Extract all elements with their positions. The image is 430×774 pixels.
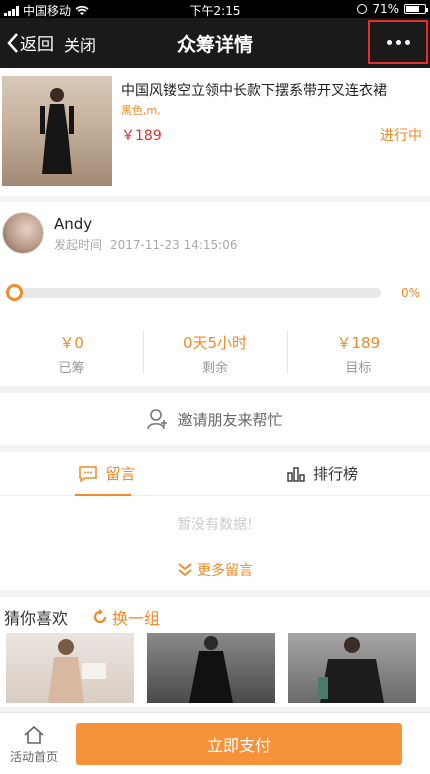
refresh-button[interactable]: 换一组 [92, 605, 160, 629]
refresh-label: 换一组 [112, 609, 161, 628]
stat-target: ￥189 目标 [286, 324, 430, 386]
comments-panel: 暂没有数据! 更多留言 [0, 496, 430, 590]
recommended-product-image[interactable] [288, 633, 416, 703]
initiator-info: Andy 发起时间 2017-11-23 14:15:06 [0, 202, 430, 264]
product-price: ￥189 [121, 128, 162, 144]
activity-home-button[interactable]: 活动首页 [4, 725, 64, 765]
more-dots-icon [386, 39, 392, 45]
avatar [2, 212, 44, 254]
progress-knob [6, 284, 23, 301]
nav-bar: 返回 关闭 众筹详情 [0, 18, 430, 68]
invite-label: 邀请朋友来帮忙 [177, 410, 283, 429]
more-comments-label: 更多留言 [197, 563, 253, 579]
time-label: 发起时间 [54, 238, 103, 252]
recommended-product-image[interactable] [6, 633, 134, 703]
home-icon [24, 725, 44, 744]
tab-label: 排行榜 [312, 465, 358, 483]
stat-value: ￥189 [336, 334, 381, 352]
double-chevron-down-icon [178, 563, 192, 577]
tab-comments[interactable]: 留言 [0, 452, 215, 496]
battery-percent: 71% [372, 2, 399, 16]
stat-label: 目标 [345, 361, 372, 376]
refresh-icon [93, 609, 107, 624]
recommended-product-image[interactable] [147, 633, 275, 703]
product-spec: 黑色,m, [121, 104, 161, 117]
ranking-icon [287, 466, 305, 482]
product-image[interactable] [2, 76, 112, 186]
pay-now-button[interactable]: 立即支付 [76, 723, 402, 765]
recommendations: 猜你喜欢 换一组 [0, 597, 430, 707]
tab-bar: 留言 排行榜 [0, 452, 430, 496]
funding-progress: 0% [0, 264, 430, 324]
page-title: 众筹详情 [176, 34, 253, 56]
battery-icon [404, 4, 428, 14]
status-bar: 中国移动 下午2:15 71% [0, 0, 430, 18]
progress-percent: 0% [400, 286, 420, 300]
more-button[interactable] [368, 20, 428, 64]
tab-label: 留言 [105, 465, 136, 483]
stat-value: 0天5小时 [182, 334, 248, 352]
funding-stats: ￥0 已筹 0天5小时 剩余 ￥189 目标 [0, 324, 430, 386]
rotation-lock-icon [357, 4, 368, 14]
progress-bar [6, 284, 381, 301]
stat-raised: ￥0 已筹 [0, 324, 143, 386]
stat-value: ￥0 [59, 334, 84, 352]
add-user-icon [147, 409, 168, 430]
stat-label: 剩余 [201, 361, 228, 376]
product-card[interactable]: 中国风镂空立领中长款下摆系带开叉连衣裙 黑色,m, ￥189 进行中 [0, 68, 430, 196]
empty-message: 暂没有数据! [177, 517, 253, 533]
home-label: 活动首页 [9, 750, 58, 764]
time-value: 2017-11-23 14:15:06 [110, 238, 238, 252]
initiator-name: Andy [54, 215, 93, 233]
stat-remaining: 0天5小时 剩余 [143, 324, 286, 386]
more-comments-button[interactable]: 更多留言 [0, 560, 430, 580]
invite-friends-button[interactable]: 邀请朋友来帮忙 [0, 393, 430, 445]
bottom-bar: 活动首页 立即支付 [0, 712, 430, 774]
tab-ranking[interactable]: 排行榜 [215, 452, 430, 495]
comment-icon [79, 465, 98, 482]
dress-model-image [40, 88, 74, 174]
status-badge: 进行中 [380, 128, 422, 144]
stat-label: 已筹 [58, 361, 85, 376]
recommendations-title: 猜你喜欢 [4, 609, 69, 628]
product-title: 中国风镂空立领中长款下摆系带开叉连衣裙 [121, 83, 387, 99]
initiated-time: 发起时间 2017-11-23 14:15:06 [54, 236, 237, 253]
